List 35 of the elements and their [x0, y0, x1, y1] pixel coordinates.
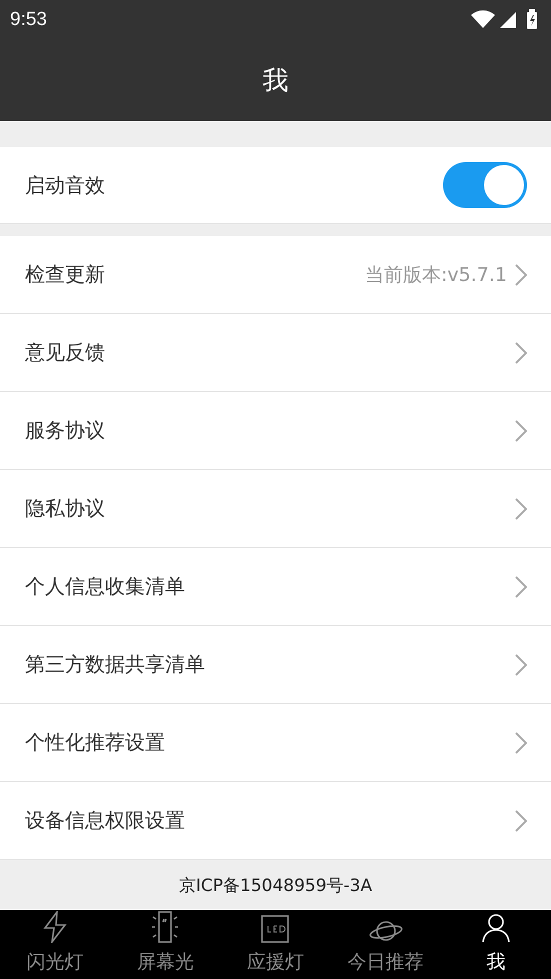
chevron-right-icon: [515, 576, 527, 598]
chevron-right-icon: [515, 498, 527, 520]
chevron-right-icon: [515, 342, 527, 364]
menu-item[interactable]: 检查更新 当前版本:v5.7.1: [0, 236, 551, 314]
wifi-icon: [471, 10, 495, 28]
chevron-right-icon: [515, 654, 527, 676]
menu-item[interactable]: 个性化推荐设置: [0, 704, 551, 782]
menu-item[interactable]: 第三方数据共享清单: [0, 626, 551, 704]
menu-item[interactable]: 个人信息收集清单: [0, 548, 551, 626]
tab-item[interactable]: 今日推荐: [330, 910, 441, 979]
menu-item[interactable]: 意见反馈: [0, 314, 551, 392]
tab-item[interactable]: 我: [440, 910, 551, 979]
setting-label: 启动音效: [25, 172, 106, 198]
led-sign-icon: [261, 915, 290, 943]
battery-icon: [527, 9, 537, 29]
lightning-icon: [42, 911, 68, 943]
icp-text: 京ICP备15048959号-3A: [178, 874, 372, 896]
tab-item[interactable]: 应援灯: [220, 910, 331, 979]
menu-item[interactable]: 设备信息权限设置: [0, 782, 551, 860]
menu-item[interactable]: 服务协议: [0, 392, 551, 470]
chevron-right-icon: [515, 732, 527, 754]
chevron-right-icon: [515, 810, 527, 832]
signal-icon: [500, 12, 516, 28]
toggle-switch[interactable]: [443, 162, 527, 208]
status-time: 9:53: [10, 9, 47, 31]
glowing-phone-icon: [150, 911, 180, 943]
chevron-right-icon: [515, 264, 527, 286]
tab-item[interactable]: 屏幕光: [110, 910, 220, 979]
page-title: 我: [262, 65, 288, 98]
person-icon: [480, 913, 511, 943]
tab-item[interactable]: 闪光灯: [0, 910, 110, 979]
chevron-right-icon: [515, 420, 527, 442]
planet-icon: [368, 919, 403, 943]
menu-item[interactable]: 隐私协议: [0, 470, 551, 548]
version-text: 当前版本:v5.7.1: [365, 262, 507, 288]
